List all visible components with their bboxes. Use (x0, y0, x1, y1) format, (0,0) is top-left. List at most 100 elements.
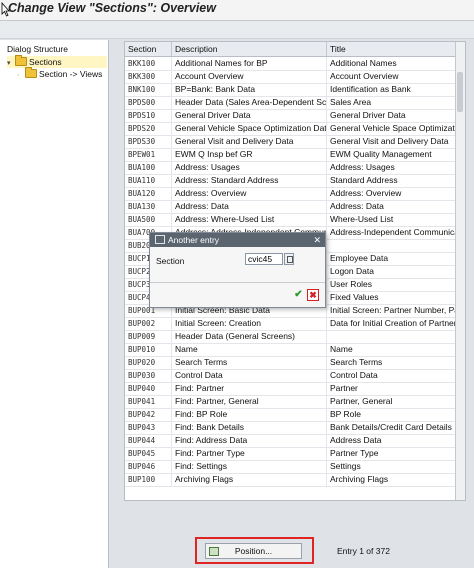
cell-title[interactable]: Standard Address (327, 174, 456, 187)
cell-section[interactable]: BPDS00 (125, 96, 172, 109)
value-help-icon[interactable] (284, 253, 294, 265)
column-header-description[interactable]: Description (172, 42, 327, 56)
table-row[interactable]: BUP045 Find: Partner Type Partner Type (125, 447, 465, 461)
cell-description[interactable]: Find: Partner, General (172, 395, 327, 408)
cell-description[interactable]: Additional Names for BP (172, 57, 327, 70)
cell-description[interactable]: Find: BP Role (172, 408, 327, 421)
close-icon[interactable]: ✕ (313, 233, 321, 247)
cell-section[interactable]: BUA500 (125, 213, 172, 226)
table-row[interactable]: BKK100 Additional Names for BP Additional … (125, 57, 465, 71)
cell-section[interactable]: BUP010 (125, 343, 172, 356)
cell-section[interactable]: BKK100 (125, 57, 172, 70)
cell-title[interactable]: Partner, General (327, 395, 456, 408)
cell-title[interactable]: Sales Area (327, 96, 456, 109)
cell-title[interactable]: General Vehicle Space Optimizatio (327, 122, 456, 135)
table-row[interactable]: BUP010 Name Name (125, 343, 465, 357)
cell-title[interactable]: Partner Type (327, 447, 456, 460)
cell-description[interactable]: Address: Where-Used List (172, 213, 327, 226)
table-row[interactable]: BUP043 Find: Bank Details Bank Details/Cre… (125, 421, 465, 435)
cell-title[interactable]: Employee Data (327, 252, 456, 265)
cell-description[interactable]: BP=Bank: Bank Data (172, 83, 327, 96)
cell-description[interactable]: Name (172, 343, 327, 356)
table-row[interactable]: BUP046 Find: Settings Settings (125, 460, 465, 474)
cell-title[interactable]: BP Role (327, 408, 456, 421)
table-row[interactable]: BUA500 Address: Where-Used List Where-Used… (125, 213, 465, 227)
cell-title[interactable] (327, 239, 456, 252)
position-button[interactable]: Position... (205, 543, 302, 559)
cell-description[interactable]: Find: Partner Type (172, 447, 327, 460)
cell-description[interactable]: Header Data (General Screens) (172, 330, 327, 343)
cell-description[interactable]: EWM Q Insp bef GR (172, 148, 327, 161)
table-row[interactable]: BUP040 Find: Partner Partner (125, 382, 465, 396)
cell-title[interactable]: Name (327, 343, 456, 356)
cell-title[interactable]: Initial Screen: Partner Number, Part (327, 304, 456, 317)
cell-title[interactable]: Fixed Values (327, 291, 456, 304)
table-row[interactable]: BUP044 Find: Address Data Address Data (125, 434, 465, 448)
table-row[interactable]: BPEW01 EWM Q Insp bef GR EWM Quality Manag… (125, 148, 465, 162)
cell-title[interactable]: General Driver Data (327, 109, 456, 122)
cell-section[interactable]: BPDS20 (125, 122, 172, 135)
cell-title[interactable]: Control Data (327, 369, 456, 382)
cell-description[interactable]: Find: Address Data (172, 434, 327, 447)
table-row[interactable]: BUP100 Archiving Flags Archiving Flags (125, 473, 465, 487)
cell-description[interactable]: Account Overview (172, 70, 327, 83)
cell-section[interactable]: BUP002 (125, 317, 172, 330)
cell-title[interactable]: Account Overview (327, 70, 456, 83)
cell-section[interactable]: BUP046 (125, 460, 172, 473)
cell-title[interactable]: Bank Details/Credit Card Details (327, 421, 456, 434)
table-row[interactable]: BNK100 BP=Bank: Bank Data Identification a… (125, 83, 465, 97)
cell-title[interactable]: Partner (327, 382, 456, 395)
table-row[interactable]: BUP020 Search Terms Search Terms (125, 356, 465, 370)
cell-description[interactable]: Address: Standard Address (172, 174, 327, 187)
table-row[interactable]: BUA130 Address: Data Address: Data (125, 200, 465, 214)
cell-description[interactable]: Archiving Flags (172, 473, 327, 486)
cell-section[interactable]: BUA120 (125, 187, 172, 200)
cell-section[interactable]: BUP040 (125, 382, 172, 395)
cancel-x-icon[interactable]: ✖ (307, 289, 319, 301)
table-row[interactable]: BPDS00 Header Data (Sales Area-Dependent … (125, 96, 465, 110)
section-input[interactable] (245, 253, 283, 265)
cell-title[interactable]: User Roles (327, 278, 456, 291)
cell-section[interactable]: BUP041 (125, 395, 172, 408)
cell-title[interactable]: Address Data (327, 434, 456, 447)
cell-section[interactable]: BNK100 (125, 83, 172, 96)
cell-section[interactable]: BUP043 (125, 421, 172, 434)
cell-section[interactable]: BUP042 (125, 408, 172, 421)
cell-title[interactable]: Logon Data (327, 265, 456, 278)
cell-description[interactable]: General Driver Data (172, 109, 327, 122)
table-row[interactable]: BPDS30 General Visit and Delivery Data Gen… (125, 135, 465, 149)
cell-title[interactable]: Address-Independent Communicati (327, 226, 456, 239)
expand-caret-icon[interactable]: ▾ (7, 58, 15, 70)
cell-description[interactable]: Find: Partner (172, 382, 327, 395)
table-row[interactable]: BUA110 Address: Standard Address Standard … (125, 174, 465, 188)
cell-description[interactable]: Find: Bank Details (172, 421, 327, 434)
table-row[interactable]: BUP041 Find: Partner, General Partner, Gen… (125, 395, 465, 409)
table-row[interactable]: BUA100 Address: Usages Address: Usages (125, 161, 465, 175)
cell-title[interactable]: General Visit and Delivery Data (327, 135, 456, 148)
tree-item-section-views[interactable]: · Section -> Views (17, 67, 102, 80)
column-header-section[interactable]: Section (125, 42, 172, 56)
cell-section[interactable]: BUP030 (125, 369, 172, 382)
cell-section[interactable]: BUA110 (125, 174, 172, 187)
cell-section[interactable]: BUP044 (125, 434, 172, 447)
cell-description[interactable]: Header Data (Sales Area-Dependent Screen… (172, 96, 327, 109)
cell-description[interactable]: Address: Usages (172, 161, 327, 174)
cell-description[interactable]: Search Terms (172, 356, 327, 369)
cell-description[interactable]: Control Data (172, 369, 327, 382)
confirm-check-icon[interactable]: ✔ (293, 289, 304, 300)
table-row[interactable]: BUP042 Find: BP Role BP Role (125, 408, 465, 422)
table-row[interactable]: BUP009 Header Data (General Screens) (125, 330, 465, 344)
cell-section[interactable]: BUP045 (125, 447, 172, 460)
column-header-title[interactable]: Title (327, 42, 456, 56)
cell-section[interactable]: BPEW01 (125, 148, 172, 161)
cell-title[interactable]: Address: Data (327, 200, 456, 213)
cell-description[interactable]: Address: Overview (172, 187, 327, 200)
cell-title[interactable]: Address: Overview (327, 187, 456, 200)
cell-section[interactable]: BKK300 (125, 70, 172, 83)
cell-section[interactable]: BUP009 (125, 330, 172, 343)
table-row[interactable]: BKK300 Account Overview Account Overview (125, 70, 465, 84)
cell-section[interactable]: BPDS10 (125, 109, 172, 122)
table-row[interactable]: BPDS10 General Driver Data General Driver … (125, 109, 465, 123)
cell-description[interactable]: Initial Screen: Creation (172, 317, 327, 330)
cell-description[interactable]: General Visit and Delivery Data (172, 135, 327, 148)
